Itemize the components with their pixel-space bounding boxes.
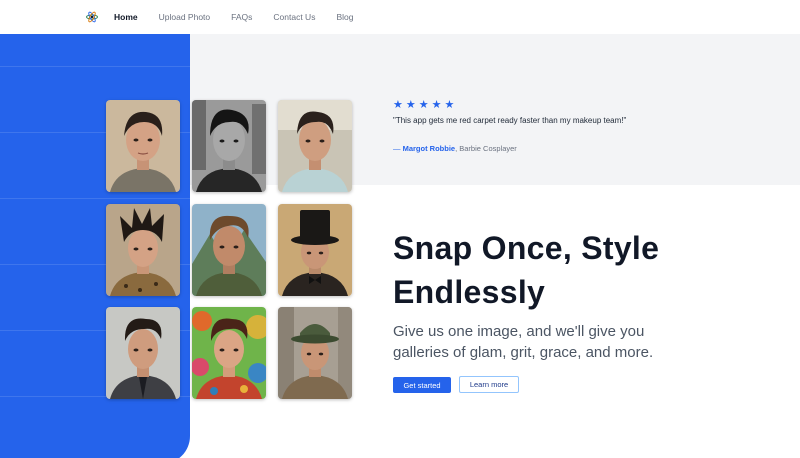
nav-upload-photo-link[interactable]: Upload Photo	[159, 12, 211, 22]
portrait-bw-city	[192, 100, 266, 192]
portrait-suit-tie	[106, 307, 180, 399]
star-icon: ★	[405, 98, 416, 111]
nav-blog-link[interactable]: Blog	[336, 12, 353, 22]
portrait-top-hat	[278, 204, 352, 296]
nav-faqs-link[interactable]: FAQs	[231, 12, 252, 22]
nav-contact-us-link[interactable]: Contact Us	[273, 12, 315, 22]
star-icon: ★	[418, 98, 429, 111]
portrait-original	[106, 100, 180, 192]
testimonial-citation: — Margot Robbie, Barbie Cosplayer	[393, 144, 517, 153]
hero-subtitle: Give us one image, and we'll give you ga…	[393, 323, 654, 361]
portrait-psychedelic	[192, 307, 266, 399]
atom-logo-icon[interactable]	[86, 11, 98, 23]
portrait-mountain-outdoors	[192, 204, 266, 296]
star-icon: ★	[444, 98, 455, 111]
rating-stars: ★ ★ ★ ★ ★	[393, 99, 454, 110]
panel-line	[0, 198, 190, 199]
get-started-button[interactable]: Get started	[393, 377, 451, 393]
nav-home-link[interactable]: Home	[114, 12, 138, 22]
learn-more-button[interactable]: Learn more	[459, 376, 519, 393]
top-nav: Home Upload Photo FAQs Contact Us Blog	[0, 0, 800, 34]
portrait-office-casual	[278, 100, 352, 192]
testimonial-author: Margot Robbie	[402, 144, 456, 153]
landing-page: Home Upload Photo FAQs Contact Us Blog ★…	[0, 0, 800, 458]
testimonial-quote: "This app gets me red carpet ready faste…	[393, 116, 627, 125]
testimonial-role: , Barbie Cosplayer	[455, 144, 517, 153]
star-icon: ★	[431, 98, 442, 111]
portrait-fedora-street	[278, 307, 352, 399]
hero-headline-line1: Snap Once, Style	[393, 230, 660, 266]
citation-dash: —	[393, 144, 401, 153]
portrait-spiky-leopard	[106, 204, 180, 296]
star-icon: ★	[393, 98, 403, 111]
hero-headline-line2: Endlessly	[393, 274, 546, 310]
panel-line	[0, 66, 190, 67]
hero-headline: Snap Once, Style Endlessly	[393, 226, 713, 314]
